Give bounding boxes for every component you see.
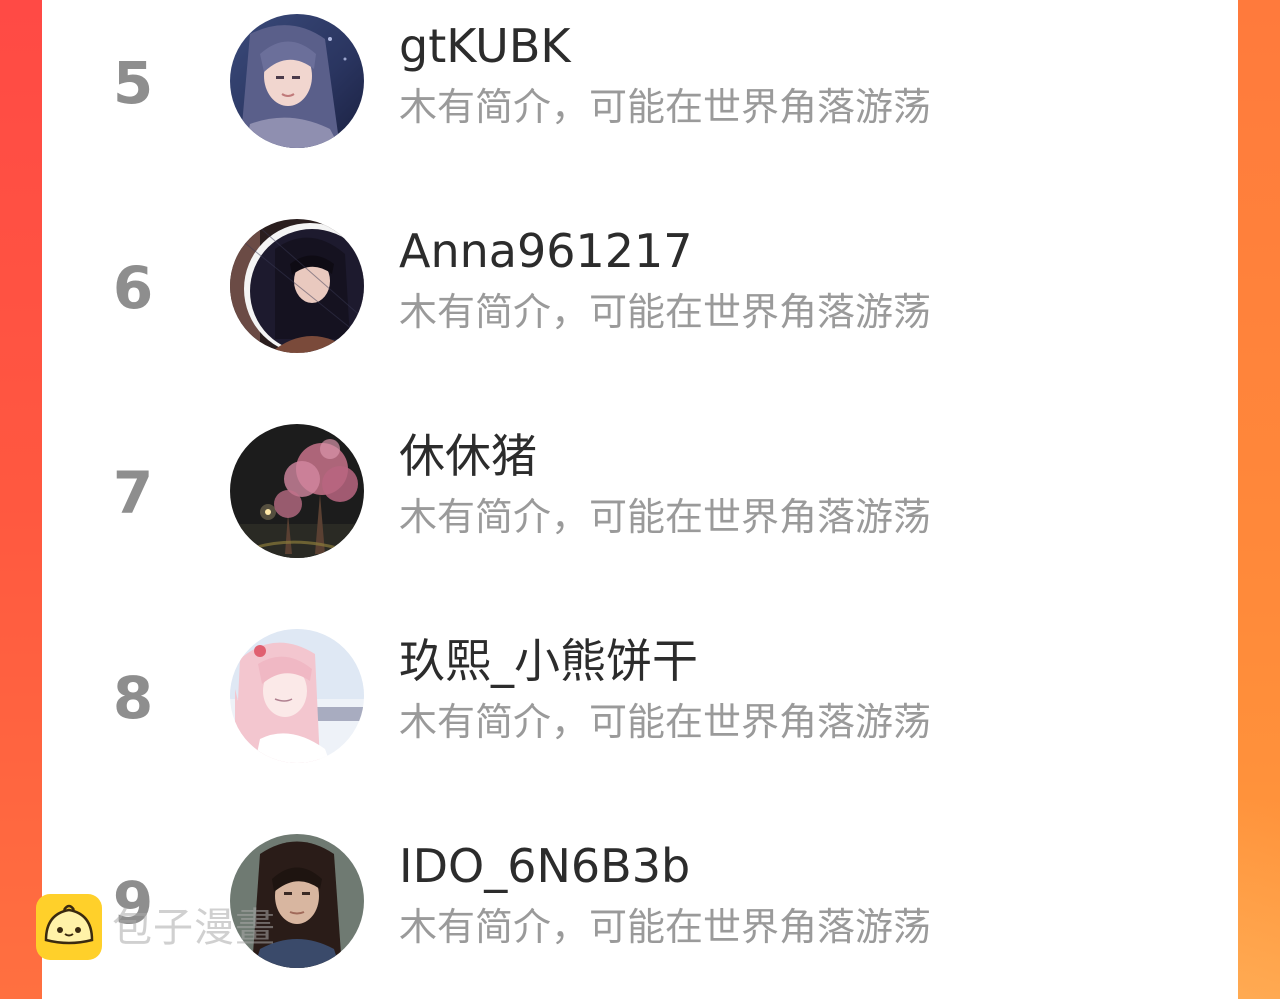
user-bio: 木有简介，可能在世界角落游荡 bbox=[399, 700, 932, 744]
list-item[interactable]: 8 玖熙_小熊饼干 木有简介，可能在世界角落游荡 bbox=[42, 615, 1238, 820]
watermark-text: 包子漫畫 bbox=[112, 905, 276, 951]
pink-hair-anime-avatar[interactable] bbox=[230, 629, 364, 763]
rank-number: 6 bbox=[112, 254, 154, 322]
rank-number: 7 bbox=[112, 459, 154, 527]
girl-portrait-avatar[interactable] bbox=[230, 219, 364, 353]
blossom-tree-night-avatar[interactable] bbox=[230, 424, 364, 558]
left-background-strip bbox=[0, 0, 42, 999]
user-bio: 木有简介，可能在世界角落游荡 bbox=[399, 85, 932, 129]
user-bio: 木有简介，可能在世界角落游荡 bbox=[399, 290, 932, 334]
user-name[interactable]: 休休猪 bbox=[399, 426, 537, 486]
rank-number: 8 bbox=[112, 664, 154, 732]
user-name[interactable]: IDO_6N6B3b bbox=[399, 836, 690, 896]
bun-mascot-icon bbox=[34, 892, 104, 962]
user-name[interactable]: gtKUBK bbox=[399, 16, 571, 76]
watermark: 包子漫畫 bbox=[34, 892, 324, 964]
user-name[interactable]: Anna961217 bbox=[399, 221, 693, 281]
user-bio: 木有简介，可能在世界角落游荡 bbox=[399, 905, 932, 949]
user-name[interactable]: 玖熙_小熊饼干 bbox=[399, 631, 698, 691]
list-item[interactable]: 5 gtKUBK 木有简介，可能在世界角落游荡 bbox=[42, 0, 1238, 205]
rank-number: 5 bbox=[112, 49, 154, 117]
user-bio: 木有简介，可能在世界角落游荡 bbox=[399, 495, 932, 539]
ranking-list-panel: 5 gtKUBK 木有简介，可能在世界角落游荡 6 Anna961217 木有简… bbox=[42, 0, 1238, 999]
right-background-strip bbox=[1238, 0, 1280, 999]
anime-girl-avatar[interactable] bbox=[230, 14, 364, 148]
list-item[interactable]: 6 Anna961217 木有简介，可能在世界角落游荡 bbox=[42, 205, 1238, 410]
background-glow bbox=[1238, 800, 1280, 999]
list-item[interactable]: 7 休休猪 木有简介，可能在世界角落游荡 bbox=[42, 410, 1238, 615]
